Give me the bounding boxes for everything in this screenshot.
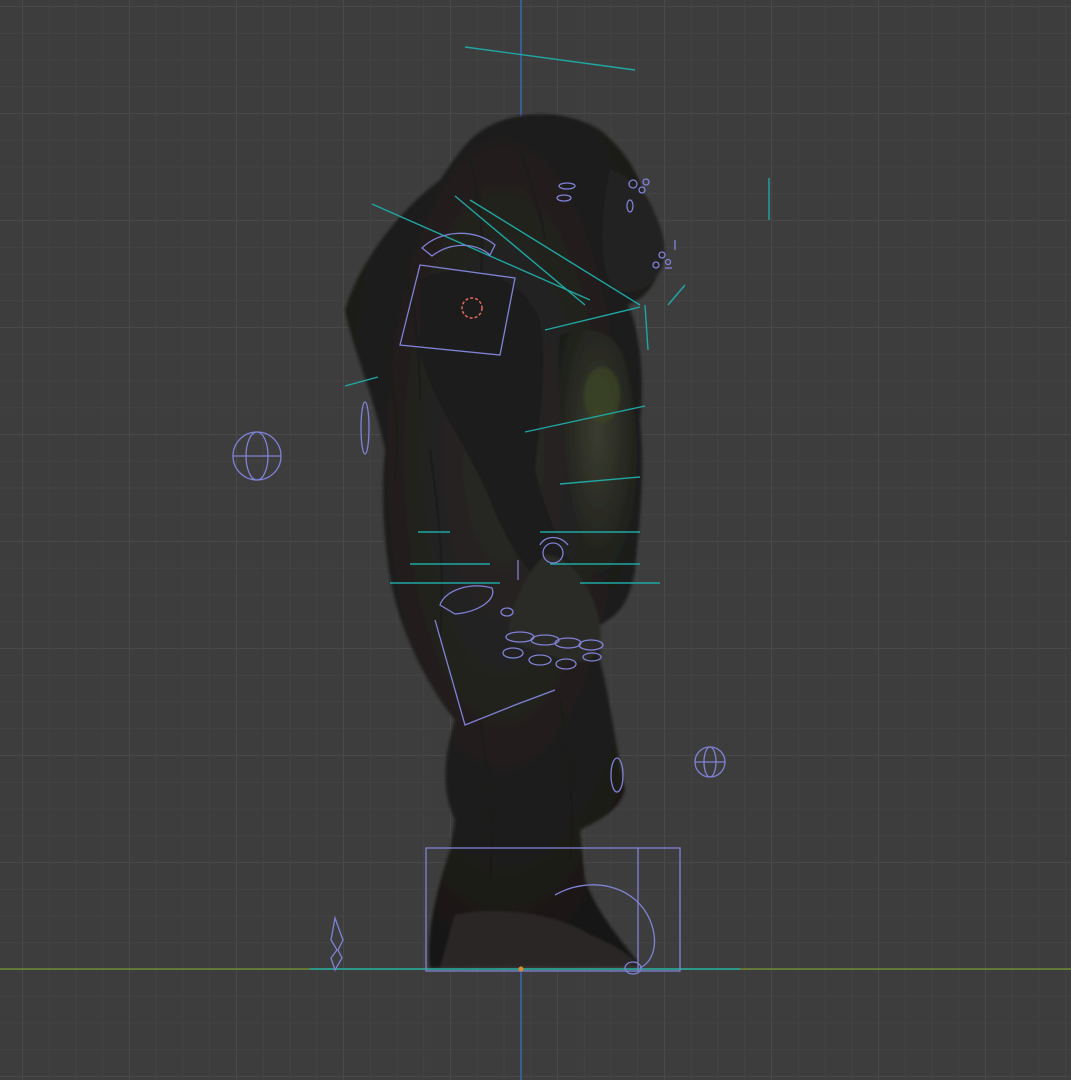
spine-control[interactable] <box>360 401 370 455</box>
gorilla-model[interactable] <box>345 113 665 969</box>
3d-viewport[interactable] <box>0 0 1071 1080</box>
origin-point <box>518 966 524 972</box>
floor-pivot-control[interactable] <box>330 915 344 972</box>
viewport-canvas[interactable] <box>0 0 1071 1080</box>
root-sphere-left[interactable] <box>232 431 282 481</box>
knee-pole-sphere[interactable] <box>694 746 726 778</box>
